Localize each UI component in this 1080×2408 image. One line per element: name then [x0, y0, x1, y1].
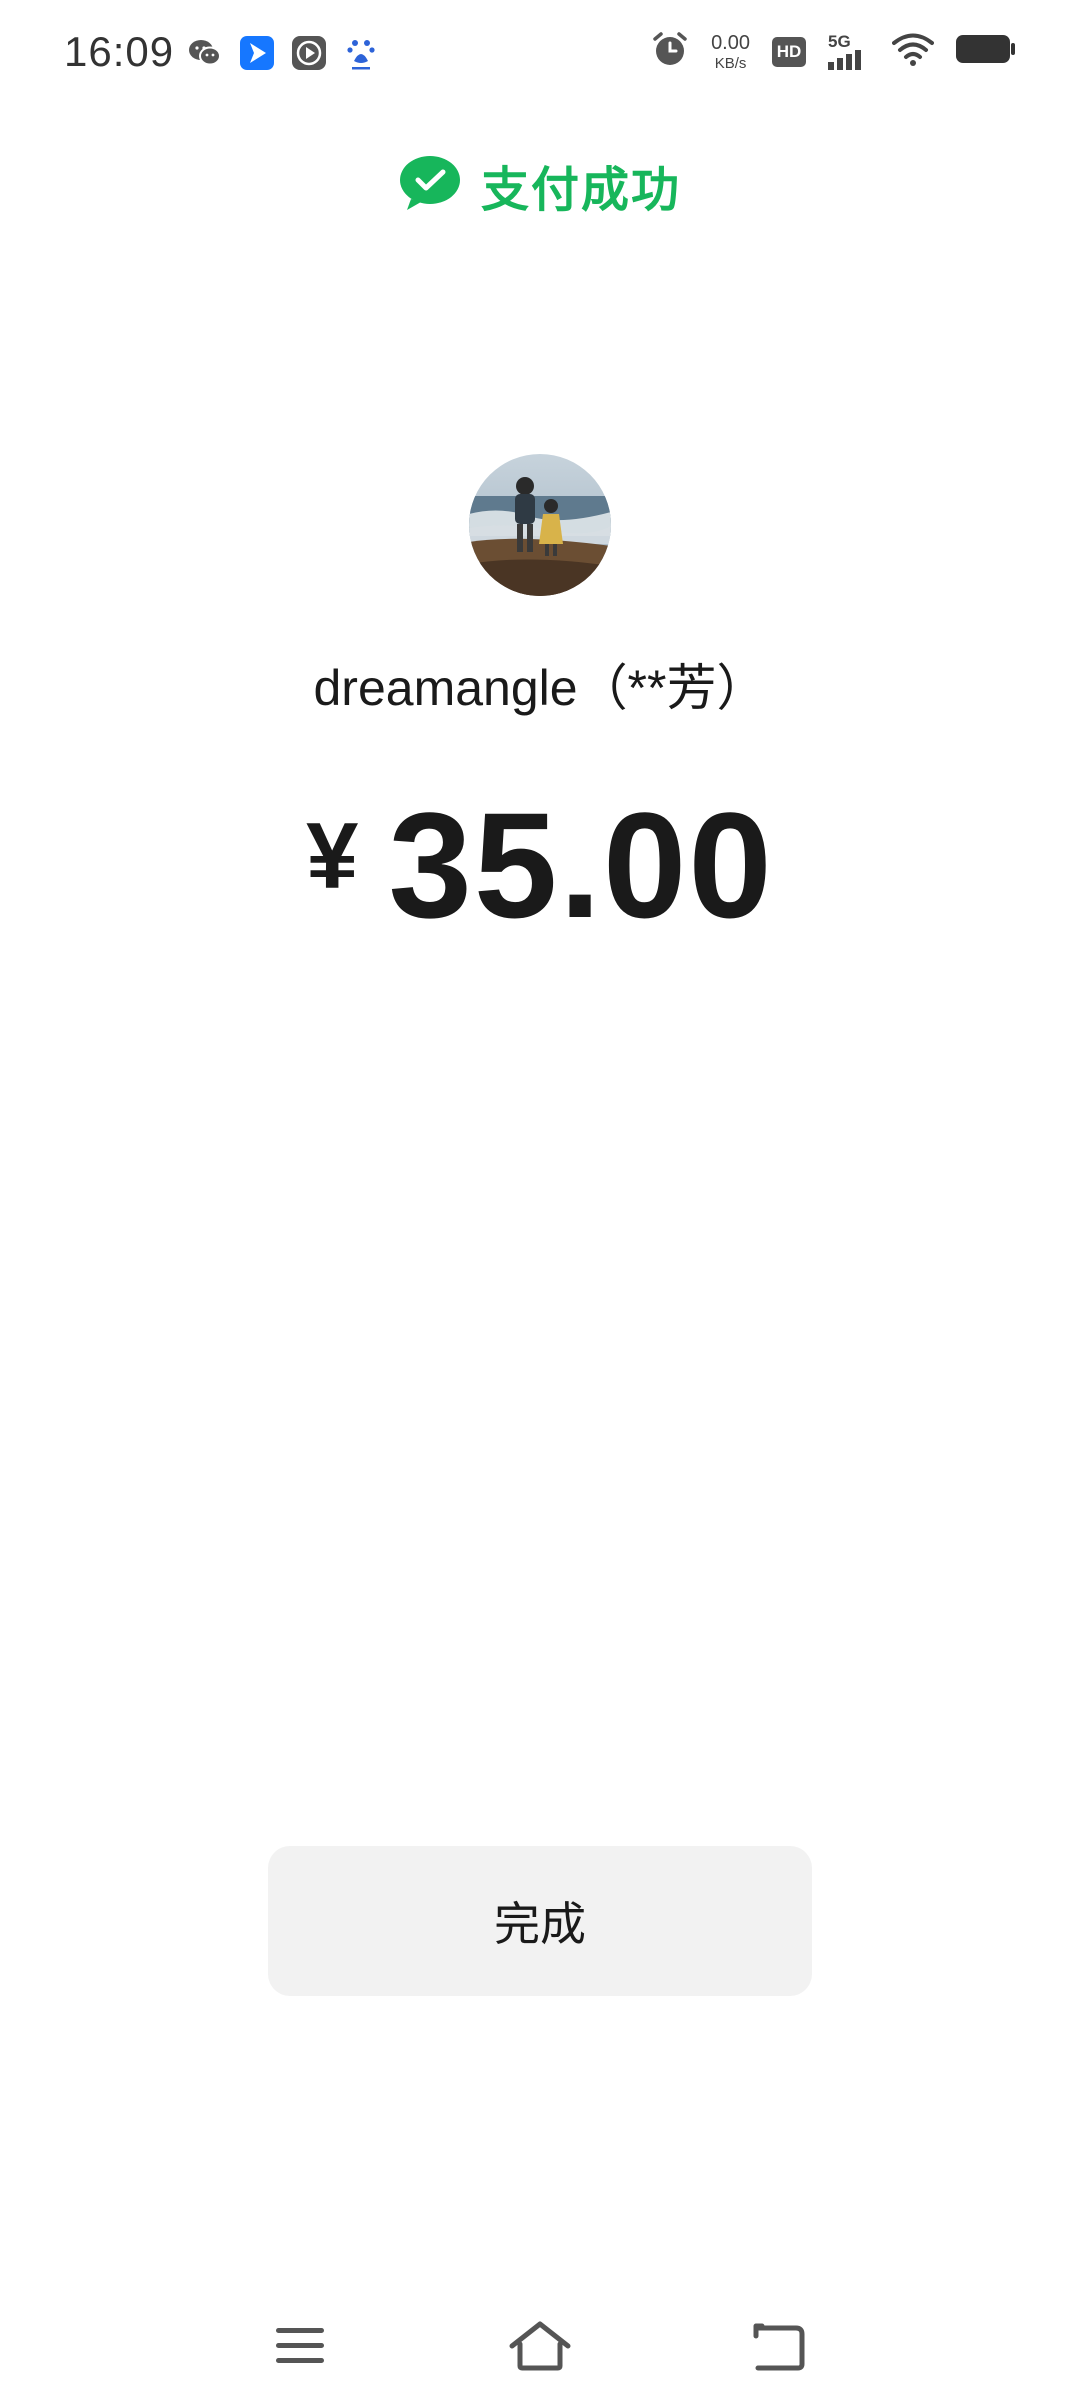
wechat-notification-icon — [186, 34, 224, 72]
menu-icon[interactable] — [268, 2314, 332, 2378]
signal-5g-icon: 5G — [828, 33, 870, 70]
network-speed-unit: KB/s — [714, 54, 747, 72]
notification-icons — [186, 34, 380, 72]
done-button[interactable]: 完成 — [268, 1846, 812, 1996]
currency-symbol: ¥ — [306, 803, 359, 908]
battery-icon — [956, 33, 1016, 70]
payment-amount: ¥ 35.00 — [0, 790, 1080, 940]
alarm-icon — [651, 30, 689, 73]
payment-success-header: 支付成功 — [0, 150, 1080, 220]
hd-voice-badge: HD — [772, 36, 806, 67]
wifi-icon — [892, 32, 934, 71]
system-navigation-bar — [0, 2300, 1080, 2390]
baidu-icon — [342, 34, 380, 72]
video-player-icon — [290, 34, 328, 72]
network-speed-value: 0.00 — [711, 31, 750, 54]
wechat-pay-check-icon — [399, 155, 461, 216]
payee-avatar — [469, 454, 611, 596]
payment-success-screen: 16:09 0.00 KB/s HD 5G 支付成功 dreamangle（**… — [0, 0, 1080, 2408]
back-icon[interactable] — [748, 2314, 812, 2378]
navigation-app-icon — [238, 34, 276, 72]
status-time: 16:09 — [64, 28, 175, 75]
system-status: 0.00 KB/s HD 5G — [651, 30, 1016, 73]
page-title: 支付成功 — [480, 164, 681, 217]
network-speed: 0.00 KB/s — [711, 33, 750, 71]
amount-value: 35.00 — [388, 781, 774, 949]
network-type-label: 5G — [828, 32, 851, 51]
status-bar: 16:09 0.00 KB/s HD 5G — [0, 0, 1080, 110]
payee-name: dreamangle（**芳） — [313, 660, 767, 716]
home-icon[interactable] — [508, 2314, 572, 2378]
